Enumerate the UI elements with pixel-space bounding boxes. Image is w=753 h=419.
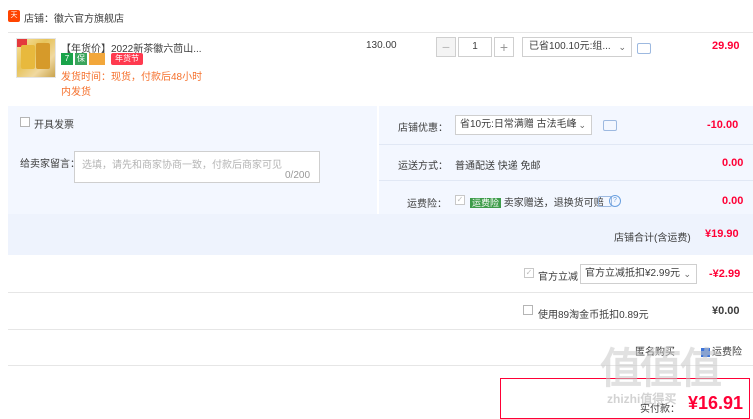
- watermark-text: zhizhi值得买: [607, 392, 677, 406]
- shop-discount-value: 省10元:日常满赠 古法毛峰: [460, 119, 577, 130]
- quantity-plus-button[interactable]: +: [494, 37, 514, 57]
- shipping-time-text-cont: 内发货: [61, 87, 91, 98]
- item-promo-value: 已省100.10元:组...: [529, 41, 611, 52]
- chat-icon[interactable]: [637, 43, 651, 54]
- chevron-down-icon: ⌄: [683, 269, 691, 279]
- memo-placeholder: 选填，请先和商家协商一致，付款后商家可见: [82, 160, 282, 171]
- tmall-shop-icon: 天猫: [8, 10, 20, 31]
- invoice-checkbox[interactable]: [20, 117, 30, 127]
- coin-checkbox[interactable]: [523, 305, 533, 315]
- shop-total-label: 店铺合计(含运费): [614, 233, 691, 244]
- product-thumbnail[interactable]: [16, 38, 56, 78]
- tmall-discount-value: 官方立减抵扣¥2.99元: [585, 268, 681, 279]
- chevron-down-icon: ⌄: [578, 120, 586, 130]
- tmall-discount-amount: -¥2.99: [709, 268, 741, 280]
- insurance-label: 运费险：: [407, 199, 447, 210]
- unit-price: 130.00: [366, 40, 397, 51]
- shop-discount-amount: -10.00: [707, 119, 739, 131]
- divider: [379, 180, 753, 181]
- question-icon[interactable]: ?: [609, 195, 621, 207]
- insurance-text: 卖家赠送，退换货可赔: [503, 198, 604, 209]
- tea-jar-icon: [36, 43, 50, 69]
- coin-label: 使用89淘金币抵扣0.89元: [538, 310, 649, 321]
- memo-char-counter: 0/200: [285, 170, 311, 181]
- insurance-checkbox: ✓: [455, 195, 465, 205]
- quantity-minus-button[interactable]: −: [436, 37, 456, 57]
- new-year-festival-badge: 年货节: [111, 53, 143, 65]
- shipping-time-text: 发货时间：现货，付款后48小时: [61, 72, 203, 83]
- coin-value: ¥0.00: [712, 305, 740, 317]
- insurance-fee: 0.00: [722, 195, 744, 207]
- divider: [379, 144, 753, 145]
- watermark-logo: 值值值: [600, 345, 722, 392]
- delivery-label: 运送方式：: [398, 161, 448, 172]
- product-badges: 7 保 年货节: [61, 53, 145, 65]
- credit-card-icon: [89, 53, 105, 65]
- invoice-label: 开具发票: [34, 120, 74, 131]
- item-promo-select[interactable]: 已省100.10元:组... ⌄: [522, 37, 632, 57]
- quantity-input[interactable]: 1: [458, 37, 492, 57]
- shop-name-link[interactable]: 店铺：徽六官方旗舰店: [24, 10, 124, 25]
- divider: [8, 292, 753, 293]
- column-divider: [377, 106, 379, 214]
- quantity-stepper: − 1 +: [436, 37, 514, 57]
- chevron-down-icon: ⌄: [618, 42, 626, 52]
- tmall-discount-select[interactable]: 官方立减抵扣¥2.99元 ⌄: [580, 264, 697, 284]
- shop-discount-select[interactable]: 省10元:日常满赠 古法毛峰 ⌄: [455, 115, 592, 135]
- delivery-method: 普通配送 快递 免邮: [455, 161, 541, 172]
- tmall-discount-checkbox: ✓: [524, 268, 534, 278]
- payment-amount: ¥16.91: [688, 393, 744, 413]
- insurance-info: 运费险 卖家赠送，退换货可赔: [470, 194, 604, 209]
- divider: [8, 329, 753, 330]
- item-total-price: 29.90: [712, 40, 740, 52]
- memo-label: 给卖家留言：: [20, 159, 80, 170]
- guarantee-icon: 保: [75, 53, 87, 65]
- shop-total-value: ¥19.90: [705, 228, 739, 240]
- seven-day-return-icon: 7: [61, 53, 73, 65]
- tea-jar-icon: [21, 45, 35, 69]
- tmall-discount-label: 官方立减: [538, 272, 578, 283]
- chat-icon[interactable]: [603, 120, 617, 131]
- insurance-tag: 运费险: [470, 198, 502, 208]
- shop-discount-label: 店铺优惠：: [398, 123, 448, 134]
- delivery-fee: 0.00: [722, 157, 744, 169]
